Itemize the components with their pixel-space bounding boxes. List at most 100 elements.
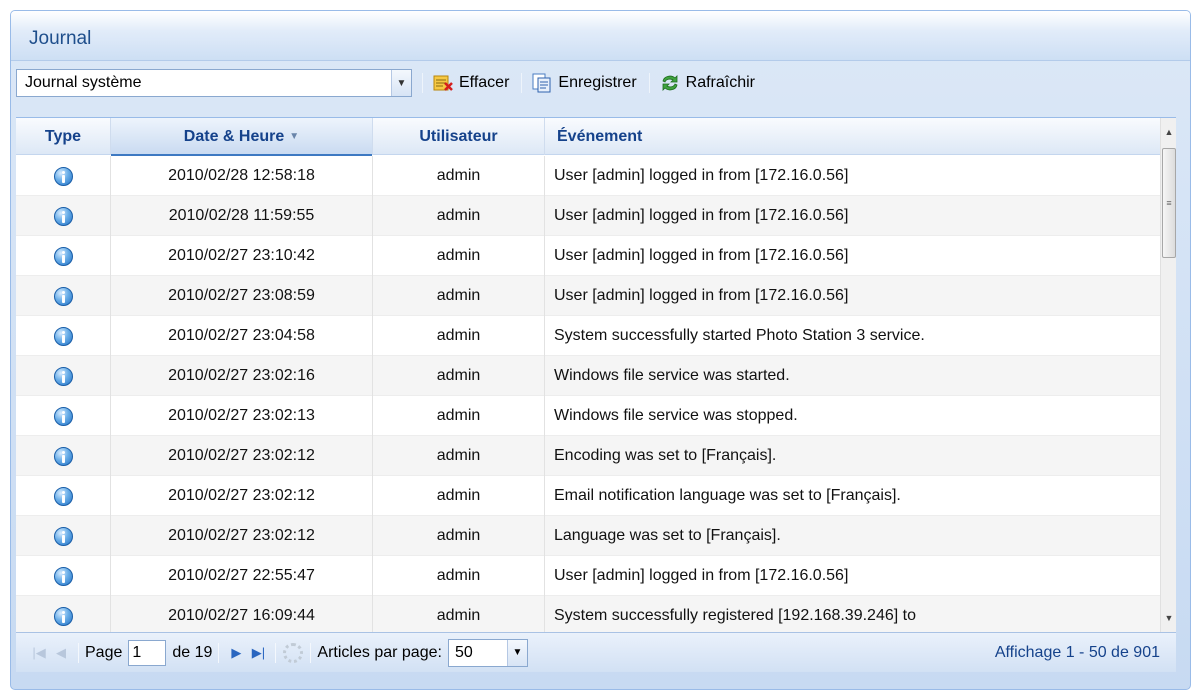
pager-separator <box>218 642 220 663</box>
date-cell: 2010/02/27 23:04:58 <box>111 316 373 356</box>
log-type-select[interactable]: Journal système ▼ <box>16 69 412 97</box>
table-row[interactable]: 2010/02/28 12:58:18 admin User [admin] l… <box>16 156 1160 196</box>
user-cell: admin <box>373 516 545 556</box>
type-cell <box>16 396 111 436</box>
type-cell <box>16 316 111 356</box>
toolbar: Journal système ▼ Effacer Enregistrer Ra… <box>16 67 1176 99</box>
table-row[interactable]: 2010/02/27 23:02:12 admin Language was s… <box>16 516 1160 556</box>
sort-descending-icon: ▼ <box>289 131 300 142</box>
user-cell: admin <box>373 316 545 356</box>
info-icon <box>53 606 73 626</box>
info-icon <box>53 406 73 426</box>
user-cell: admin <box>373 276 545 316</box>
event-cell: User [admin] logged in from [172.16.0.56… <box>554 247 849 264</box>
info-icon <box>53 526 73 546</box>
column-header-date[interactable]: Date & Heure ▼ <box>111 118 373 156</box>
event-cell: Windows file service was started. <box>554 367 790 384</box>
save-button[interactable]: Enregistrer <box>530 71 638 95</box>
table-row[interactable]: 2010/02/27 23:08:59 admin User [admin] l… <box>16 276 1160 316</box>
type-cell <box>16 556 111 596</box>
date-cell: 2010/02/28 11:59:55 <box>111 196 373 236</box>
event-cell: User [admin] logged in from [172.16.0.56… <box>554 287 849 304</box>
event-cell: Windows file service was stopped. <box>554 407 798 424</box>
toolbar-separator <box>422 73 423 93</box>
table-row[interactable]: 2010/02/27 23:02:16 admin Windows file s… <box>16 356 1160 396</box>
scrollbar-thumb[interactable]: ≡ <box>1162 148 1176 258</box>
user-cell: admin <box>373 156 545 196</box>
table-row[interactable]: 2010/02/27 23:02:13 admin Windows file s… <box>16 396 1160 436</box>
table-row[interactable]: 2010/02/27 16:09:44 admin System success… <box>16 596 1160 632</box>
refresh-button[interactable]: Rafraîchir <box>658 71 757 95</box>
per-page-select[interactable]: 50 ▼ <box>447 638 528 667</box>
info-icon <box>53 486 73 506</box>
per-page-value: 50 <box>454 643 473 661</box>
toolbar-separator <box>521 73 523 93</box>
date-cell: 2010/02/27 23:02:13 <box>111 396 373 436</box>
event-cell: System successfully registered [192.168.… <box>554 607 916 624</box>
scroll-up-icon[interactable]: ▲ <box>1161 124 1177 140</box>
user-cell: admin <box>373 356 545 396</box>
column-header-type[interactable]: Type <box>16 118 111 155</box>
info-icon <box>53 246 73 266</box>
date-cell: 2010/02/27 23:08:59 <box>111 276 373 316</box>
first-page-icon[interactable]: |◀ <box>28 642 50 664</box>
table-row[interactable]: 2010/02/28 11:59:55 admin User [admin] l… <box>16 196 1160 236</box>
vertical-scrollbar[interactable]: ▲ ≡ ▼ <box>1160 118 1176 632</box>
event-cell: User [admin] logged in from [172.16.0.56… <box>554 207 849 224</box>
table-row[interactable]: 2010/02/27 22:55:47 admin User [admin] l… <box>16 556 1160 596</box>
refresh-icon <box>660 73 680 93</box>
date-cell: 2010/02/27 22:55:47 <box>111 556 373 596</box>
page-label: Page <box>85 643 123 661</box>
event-cell: Email notification language was set to [… <box>554 487 901 504</box>
clear-log-icon <box>433 73 453 93</box>
refresh-label: Rafraîchir <box>685 74 756 91</box>
page-count-label: de 19 <box>172 643 213 661</box>
log-type-value: Journal système <box>25 74 142 91</box>
page-number-input[interactable]: 1 <box>128 639 167 666</box>
save-label: Enregistrer <box>558 74 637 91</box>
date-cell: 2010/02/28 12:58:18 <box>111 156 373 196</box>
grid-body: 2010/02/28 12:58:18 admin User [admin] l… <box>16 156 1160 632</box>
column-header-event[interactable]: Événement <box>545 118 1160 155</box>
user-cell: admin <box>373 396 545 436</box>
user-cell: admin <box>373 596 545 632</box>
user-cell: admin <box>373 476 545 516</box>
user-cell: admin <box>373 236 545 276</box>
event-cell: System successfully started Photo Statio… <box>554 327 925 344</box>
reload-spinner-icon[interactable] <box>282 642 304 664</box>
pager-separator <box>275 642 277 663</box>
info-icon <box>53 206 73 226</box>
scroll-down-icon[interactable]: ▼ <box>1161 610 1177 626</box>
clear-button[interactable]: Effacer <box>431 71 511 95</box>
type-cell <box>16 436 111 476</box>
info-icon <box>53 566 73 586</box>
next-page-icon[interactable]: ▶ <box>225 642 247 664</box>
table-row[interactable]: 2010/02/27 23:10:42 admin User [admin] l… <box>16 236 1160 276</box>
chevron-down-icon[interactable]: ▼ <box>391 70 411 96</box>
loading-icon <box>283 642 304 663</box>
user-cell: admin <box>373 436 545 476</box>
display-info: Affichage 1 - 50 de 901 <box>994 643 1160 661</box>
info-icon <box>53 326 73 346</box>
table-row[interactable]: 2010/02/27 23:02:12 admin Email notifica… <box>16 476 1160 516</box>
info-icon <box>53 286 73 306</box>
last-page-icon[interactable]: ▶| <box>247 642 269 664</box>
pager-separator <box>78 642 79 663</box>
type-cell <box>16 196 111 236</box>
per-page-label: Articles par page: <box>317 643 442 661</box>
info-icon <box>53 166 73 186</box>
type-cell <box>16 156 111 196</box>
table-row[interactable]: 2010/02/27 23:02:12 admin Encoding was s… <box>16 436 1160 476</box>
column-header-user[interactable]: Utilisateur <box>373 118 545 155</box>
chevron-down-icon[interactable]: ▼ <box>506 639 527 666</box>
type-cell <box>16 516 111 556</box>
event-cell: User [admin] logged in from [172.16.0.56… <box>554 567 849 584</box>
panel-title: Journal <box>11 11 1190 61</box>
date-cell: 2010/02/27 23:02:12 <box>111 516 373 556</box>
table-row[interactable]: 2010/02/27 23:04:58 admin System success… <box>16 316 1160 356</box>
pager-separator <box>310 642 312 663</box>
previous-page-icon[interactable]: ◀ <box>50 642 72 664</box>
paging-toolbar: |◀ ◀ Page 1 de 19 ▶ ▶| Articles par page… <box>16 632 1176 672</box>
date-cell: 2010/02/27 23:02:16 <box>111 356 373 396</box>
type-cell <box>16 476 111 516</box>
